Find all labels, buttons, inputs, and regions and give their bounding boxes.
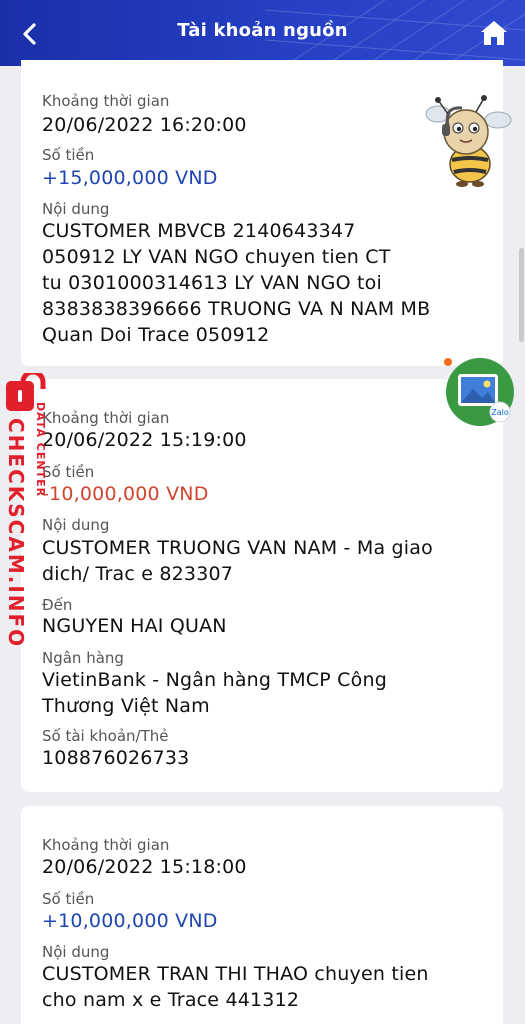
recipient-label: Đến: [42, 596, 73, 614]
bank-line: Thương Việt Nam: [42, 695, 210, 717]
recipient-name: NGUYEN HAI QUAN: [42, 615, 227, 637]
transaction-time: 20/06/2022 16:20:00: [42, 114, 247, 136]
transaction-card[interactable]: Khoảng thời gian 20/06/2022 15:18:00 Số …: [21, 806, 503, 1024]
account-label: Số tài khoản/Thẻ: [42, 727, 169, 745]
account-number: 108876026733: [42, 747, 190, 769]
content-label: Nội dung: [42, 200, 110, 218]
transaction-amount: -10,000,000 VND: [42, 483, 209, 505]
bank-line: VietinBank - Ngân hàng TMCP Công: [42, 669, 387, 691]
transaction-content: CUSTOMER TRUONG VAN NAM - Ma giao dich/ …: [42, 535, 492, 587]
content-line: 050912 LY VAN NGO chuyen tien CT: [42, 246, 391, 268]
transaction-card[interactable]: Khoảng thời gian 20/06/2022 15:19:00 Số …: [21, 379, 503, 792]
watermark-text: CHECKSCAM.INFO: [4, 418, 28, 649]
zalo-gallery-bubble[interactable]: Zalo: [442, 356, 516, 428]
content-line: dich/ Trac e 823307: [42, 563, 234, 585]
zalo-label: Zalo: [491, 408, 509, 417]
content-label: Nội dung: [42, 943, 110, 961]
bee-mascot-icon[interactable]: [418, 92, 522, 192]
content-line: CUSTOMER TRAN THI THAO chuyen tien: [42, 963, 429, 985]
amount-label: Số tiền: [42, 463, 95, 481]
transaction-content: CUSTOMER MBVCB 2140643347 050912 LY VAN …: [42, 218, 492, 348]
lock-icon: [6, 373, 46, 411]
home-icon: [481, 21, 507, 45]
content-line: CUSTOMER MBVCB 2140643347: [42, 220, 356, 242]
content-line: CUSTOMER TRUONG VAN NAM - Ma giao: [42, 537, 433, 559]
app-header: Tài khoản nguồn: [0, 0, 525, 66]
transaction-amount: +15,000,000 VND: [42, 167, 218, 189]
amount-label: Số tiền: [42, 146, 95, 164]
page-title: Tài khoản nguồn: [177, 20, 348, 41]
scrollbar[interactable]: [519, 248, 524, 342]
content-line: Quan Doi Trace 050912: [42, 324, 270, 346]
watermark-subtext: DATA CENTER: [34, 402, 47, 498]
transaction-amount: +10,000,000 VND: [42, 910, 218, 932]
content-line: tu 0301000314613 LY VAN NGO toi: [42, 272, 382, 294]
time-label: Khoảng thời gian: [42, 836, 170, 854]
content-line: 8383838396666 TRUONG VA N NAM MB: [42, 298, 431, 320]
time-label: Khoảng thời gian: [42, 92, 170, 110]
content-line: cho nam x e Trace 441312: [42, 989, 300, 1011]
bank-name: VietinBank - Ngân hàng TMCP Công Thương …: [42, 667, 492, 719]
home-button[interactable]: [479, 18, 509, 48]
transaction-time: 20/06/2022 15:18:00: [42, 856, 247, 878]
amount-label: Số tiền: [42, 890, 95, 908]
bank-label: Ngân hàng: [42, 649, 124, 667]
transaction-time: 20/06/2022 15:19:00: [42, 429, 247, 451]
content-label: Nội dung: [42, 516, 110, 534]
transaction-content: CUSTOMER TRAN THI THAO chuyen tien cho n…: [42, 961, 492, 1013]
time-label: Khoảng thời gian: [42, 409, 170, 427]
